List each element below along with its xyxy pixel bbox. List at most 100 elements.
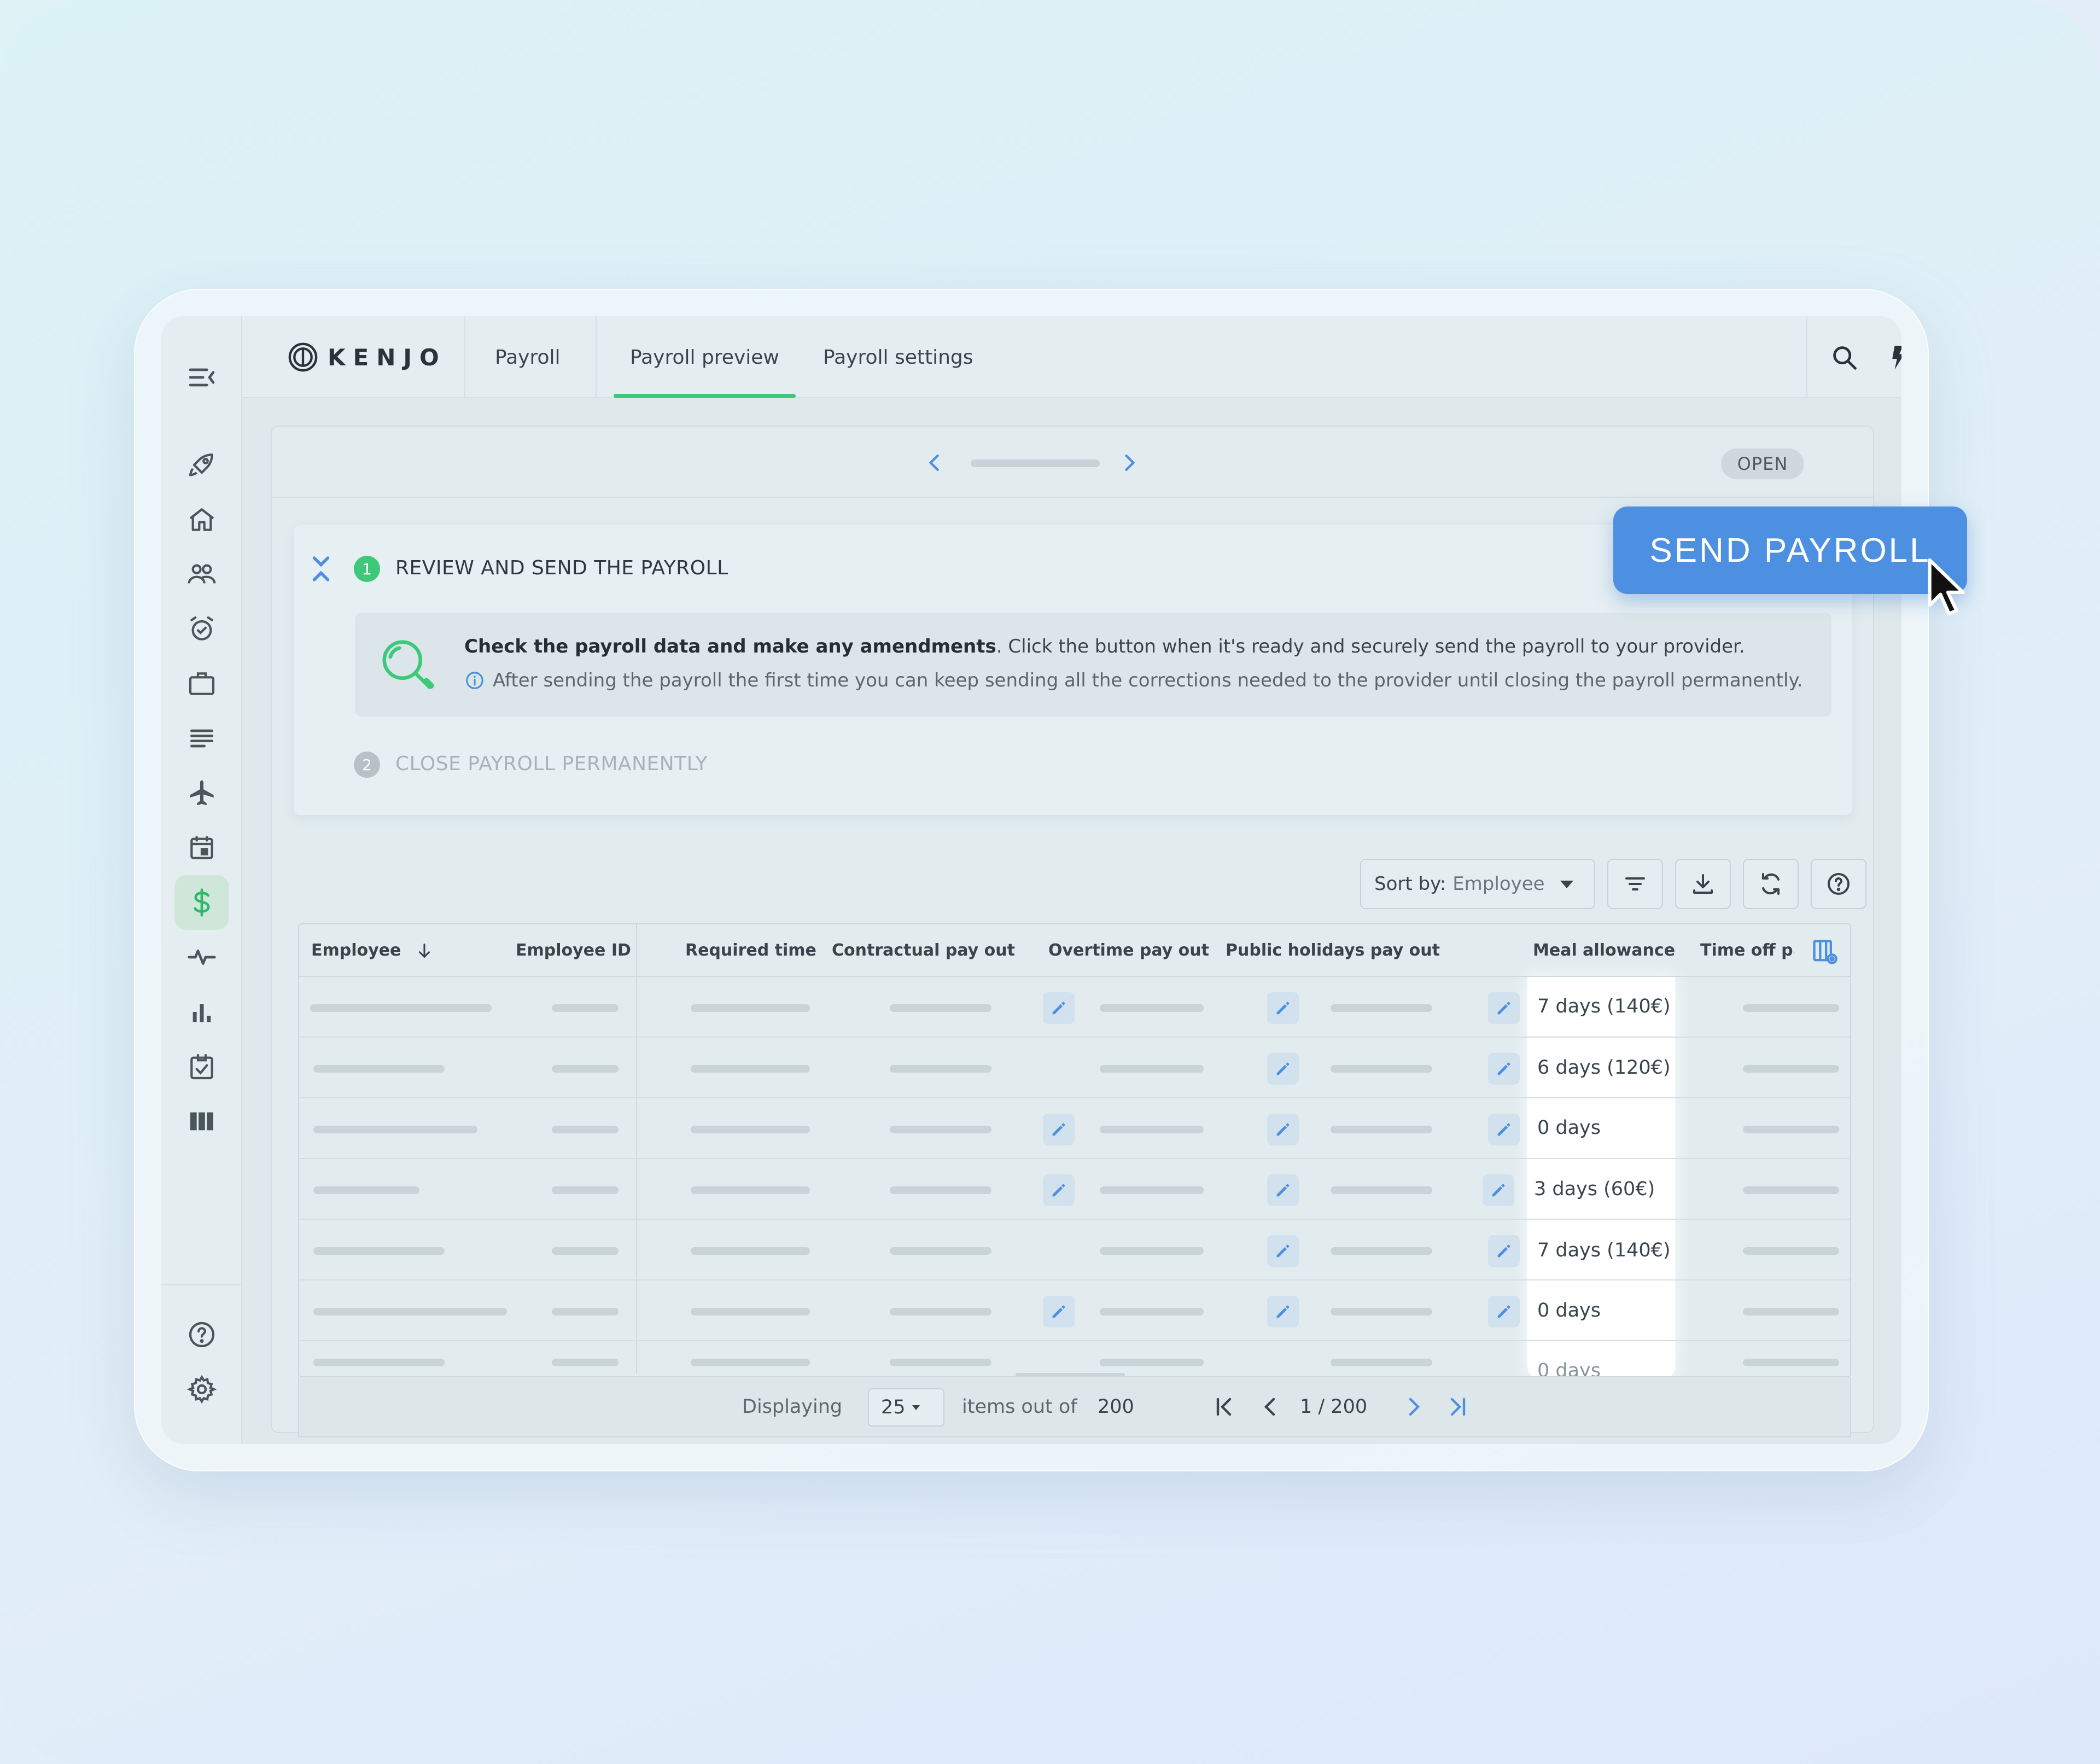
kenjo-logo[interactable]: KENJO xyxy=(287,338,447,376)
edit-pencil-icon[interactable] xyxy=(1043,1114,1075,1145)
lightning-icon[interactable] xyxy=(1883,342,1901,373)
table-row[interactable] xyxy=(299,977,1850,1038)
column-header-public-holidays-pay-out[interactable]: Public holidays pay out xyxy=(1226,941,1440,960)
period-placeholder xyxy=(971,459,1100,467)
sidebar xyxy=(161,316,242,1444)
topbar-separator xyxy=(596,316,597,398)
edit-pencil-icon[interactable] xyxy=(1267,1174,1299,1206)
edit-pencil-icon[interactable] xyxy=(1488,1053,1520,1085)
column-header-employee-id[interactable]: Employee ID xyxy=(516,941,631,960)
contractual-placeholder xyxy=(890,1308,991,1315)
total-count: 200 xyxy=(1098,1396,1134,1418)
last-page-icon[interactable] xyxy=(1444,1394,1471,1420)
table-row[interactable] xyxy=(299,1038,1850,1098)
edit-pencil-icon[interactable] xyxy=(1488,1296,1520,1328)
tab-payroll-preview-label: Payroll preview xyxy=(630,346,779,369)
period-header: OPEN xyxy=(272,427,1873,498)
briefcase-icon[interactable] xyxy=(174,656,229,711)
calendar-icon[interactable] xyxy=(174,820,229,875)
rocket-icon[interactable] xyxy=(174,438,229,492)
previous-page-icon[interactable] xyxy=(1257,1394,1284,1420)
download-button[interactable] xyxy=(1675,859,1731,909)
contractual-placeholder xyxy=(890,1186,991,1194)
filter-button[interactable] xyxy=(1607,859,1663,909)
table-row[interactable] xyxy=(299,1341,1850,1374)
time-off-placeholder xyxy=(1743,1247,1839,1255)
search-icon[interactable] xyxy=(1829,342,1860,373)
sort-select[interactable]: Sort by: Employee xyxy=(1360,859,1595,909)
tab-payroll-settings[interactable]: Payroll settings xyxy=(823,316,973,398)
column-header-time-off[interactable]: Time off pa xyxy=(1700,941,1794,960)
home-icon[interactable] xyxy=(174,492,229,547)
pulse-icon[interactable] xyxy=(174,930,229,985)
horizontal-scrollbar[interactable] xyxy=(1016,1373,1125,1376)
edit-pencil-icon[interactable] xyxy=(1488,1235,1520,1267)
tab-payroll[interactable]: Payroll xyxy=(495,316,561,398)
items-out-of-label: items out of xyxy=(962,1396,1077,1418)
caret-down-icon xyxy=(912,1405,920,1410)
menu-collapse-icon[interactable] xyxy=(174,350,229,405)
contractual-placeholder xyxy=(890,1004,991,1012)
step-1-number: 1 xyxy=(354,556,380,582)
holidays-placeholder xyxy=(1331,1308,1432,1315)
table-row[interactable] xyxy=(299,1280,1850,1341)
column-header-contractual-pay-out[interactable]: Contractual pay out xyxy=(832,941,1015,960)
send-payroll-button[interactable]: SEND PAYROLL xyxy=(1613,507,1967,594)
columns-icon[interactable] xyxy=(174,1094,229,1149)
list-icon[interactable] xyxy=(174,711,229,766)
status-badge: OPEN xyxy=(1721,449,1804,479)
table-row[interactable] xyxy=(299,1220,1850,1280)
required-placeholder xyxy=(691,1004,810,1012)
checklist-icon[interactable] xyxy=(174,1039,229,1094)
edit-pencil-icon[interactable] xyxy=(1267,1296,1299,1328)
column-header-employee[interactable]: Employee xyxy=(311,941,401,960)
settings-gear-icon[interactable] xyxy=(174,1362,229,1417)
edit-pencil-icon[interactable] xyxy=(1488,1114,1520,1145)
sort-arrow-down-icon[interactable] xyxy=(415,941,434,960)
id-placeholder xyxy=(552,1065,619,1073)
next-page-icon[interactable] xyxy=(1401,1394,1427,1420)
edit-pencil-icon[interactable] xyxy=(1267,1114,1299,1145)
required-placeholder xyxy=(691,1247,810,1255)
column-settings-icon[interactable] xyxy=(1810,938,1840,966)
edit-pencil-icon[interactable] xyxy=(1483,1174,1514,1206)
edit-pencil-icon[interactable] xyxy=(1267,1053,1299,1085)
required-placeholder xyxy=(691,1186,810,1194)
magnifier-icon xyxy=(382,640,434,689)
first-page-icon[interactable] xyxy=(1211,1394,1238,1420)
table-row[interactable] xyxy=(299,1098,1850,1159)
refresh-icon xyxy=(1762,873,1780,895)
tab-payroll-preview[interactable]: Payroll preview xyxy=(614,316,796,398)
column-header-overtime-pay-out[interactable]: Overtime pay out xyxy=(1048,941,1209,960)
airplane-icon[interactable] xyxy=(174,766,229,820)
table-row[interactable] xyxy=(299,1159,1850,1220)
edit-pencil-icon[interactable] xyxy=(1267,992,1299,1024)
dollar-icon[interactable] xyxy=(174,875,229,930)
sort-label: Sort by: xyxy=(1374,873,1446,895)
edit-pencil-icon[interactable] xyxy=(1043,992,1075,1024)
help-icon xyxy=(1828,873,1850,895)
employee-placeholder xyxy=(313,1186,419,1194)
step-1-title[interactable]: REVIEW AND SEND THE PAYROLL xyxy=(395,557,728,579)
column-header-meal-allowance[interactable]: Meal allowance xyxy=(1533,941,1675,960)
page-size-select[interactable]: 25 xyxy=(868,1388,944,1427)
people-icon[interactable] xyxy=(174,547,229,602)
chevron-right-icon[interactable] xyxy=(1117,451,1141,475)
column-header-required-time[interactable]: Required time xyxy=(685,941,816,960)
edit-pencil-icon[interactable] xyxy=(1043,1296,1075,1328)
bar-chart-icon[interactable] xyxy=(174,985,229,1039)
alarm-clock-icon[interactable] xyxy=(174,602,229,656)
help-button[interactable] xyxy=(1811,859,1866,909)
edit-pencil-icon[interactable] xyxy=(1043,1174,1075,1206)
id-placeholder xyxy=(552,1126,619,1133)
edit-pencil-icon[interactable] xyxy=(1488,992,1520,1024)
id-placeholder xyxy=(552,1004,619,1012)
employee-placeholder xyxy=(313,1126,477,1133)
chevron-left-icon[interactable] xyxy=(923,451,947,475)
time-off-placeholder xyxy=(1743,1126,1839,1133)
collapse-chevrons-icon[interactable] xyxy=(310,554,332,584)
refresh-button[interactable] xyxy=(1743,859,1799,909)
help-icon[interactable] xyxy=(174,1307,229,1362)
contractual-placeholder xyxy=(890,1359,991,1366)
edit-pencil-icon[interactable] xyxy=(1267,1235,1299,1267)
